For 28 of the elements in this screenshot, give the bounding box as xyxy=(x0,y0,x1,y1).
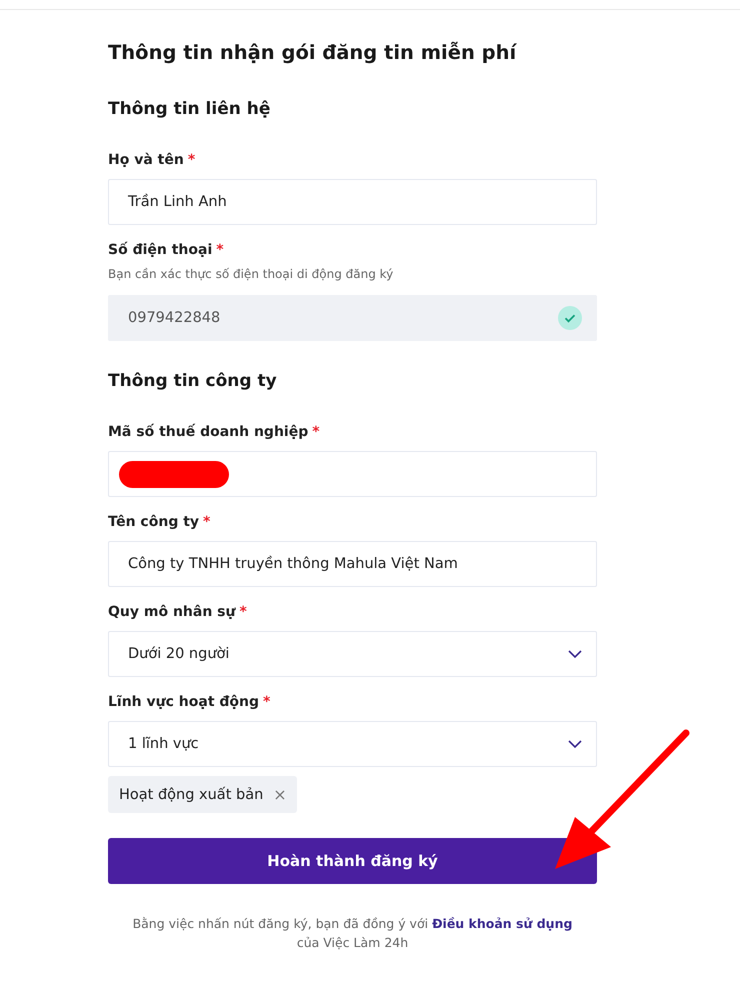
terms-text: Bằng việc nhấn nút đăng ký, bạn đã đồng ý với Điều khoản sử dụng của Việc Làm 24h xyxy=(132,915,574,952)
submit-button[interactable]: Hoàn thành đăng ký xyxy=(108,838,597,884)
select-field[interactable]: 1 lĩnh vực xyxy=(108,721,597,767)
section-heading: Thông tin công ty xyxy=(108,371,278,393)
required-mark: * xyxy=(203,514,210,530)
remove-tag-button[interactable]: × xyxy=(273,785,287,804)
field-label: Tên công ty xyxy=(108,514,200,530)
field-label: Quy mô nhân sự xyxy=(108,604,236,620)
required-mark: * xyxy=(188,152,196,168)
select-field[interactable]: Dưới 20 người xyxy=(108,631,597,677)
field-hint: Bạn cần xác thực số điện thoại di động đăng ký xyxy=(108,267,394,281)
chevron-down-icon xyxy=(568,740,582,748)
field-label: Mã số thuế doanh nghiệp xyxy=(108,424,308,440)
input-field[interactable] xyxy=(108,451,597,497)
field-label: Lĩnh vực hoạt động xyxy=(108,694,260,710)
input-field[interactable]: Công ty TNHH truyền thông Mahula Việt Nam xyxy=(108,541,597,587)
field-label: Họ và tên xyxy=(108,152,184,168)
required-mark: * xyxy=(239,604,247,620)
field-label: Số điện thoại xyxy=(108,242,212,258)
required-mark: * xyxy=(312,424,320,440)
required-mark: * xyxy=(216,242,224,258)
tag-label: Hoạt động xuất bản xyxy=(119,786,264,802)
form-title: Thông tin nhận gói đăng tin miễn phí xyxy=(108,41,518,66)
required-mark: * xyxy=(263,694,270,710)
section-heading: Thông tin liên hệ xyxy=(108,99,272,121)
terms-link[interactable]: Điều khoản sử dụng xyxy=(432,916,572,931)
chevron-down-icon xyxy=(568,650,582,658)
input-field[interactable]: Trần Linh Anh xyxy=(108,179,597,225)
